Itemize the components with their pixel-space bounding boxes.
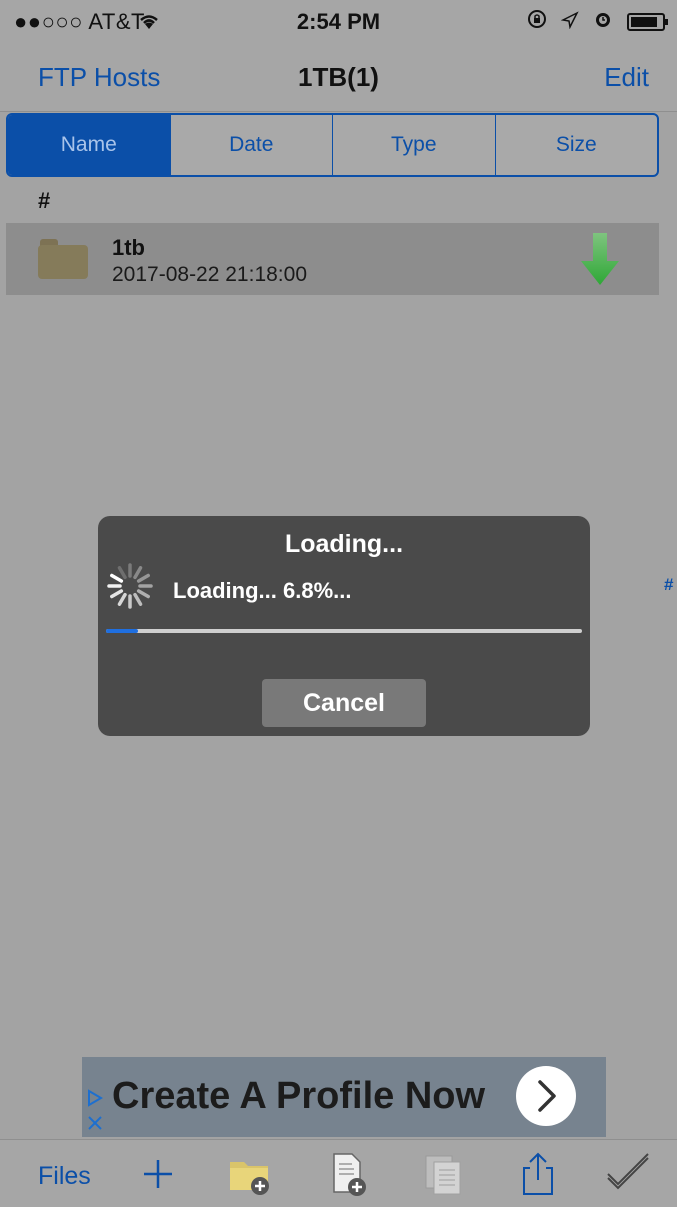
sort-tab-name[interactable]: Name	[8, 115, 170, 175]
progress-bar	[106, 629, 582, 633]
section-index[interactable]: #	[664, 575, 673, 595]
files-button[interactable]: Files	[38, 1162, 91, 1191]
ad-banner[interactable]: Create A Profile Now	[82, 1057, 606, 1137]
chevron-right-icon[interactable]	[516, 1066, 576, 1126]
spinner-icon	[106, 562, 154, 610]
navigation-bar: FTP Hosts 1TB(1) Edit	[0, 40, 677, 112]
cancel-button[interactable]: Cancel	[262, 679, 426, 727]
loading-status: Loading... 6.8%...	[173, 578, 352, 603]
progress-fill	[106, 629, 139, 633]
add-icon[interactable]	[134, 1150, 182, 1198]
sort-tab-date[interactable]: Date	[169, 115, 333, 175]
section-header: #	[38, 188, 51, 213]
battery-icon	[627, 13, 668, 31]
select-icon[interactable]	[604, 1150, 652, 1198]
paste-icon[interactable]	[420, 1150, 468, 1198]
share-icon[interactable]	[514, 1150, 562, 1198]
edit-button[interactable]: Edit	[604, 62, 649, 93]
alarm-icon	[593, 9, 613, 35]
status-bar: ●●○○○ AT&T 2:54 PM	[0, 0, 677, 40]
page-title: 1TB(1)	[298, 62, 379, 92]
file-date: 2017-08-22 21:18:00	[112, 263, 307, 286]
ad-text[interactable]: Create A Profile Now	[112, 1075, 485, 1118]
file-row[interactable]: 1tb 2017-08-22 21:18:00	[6, 223, 659, 295]
loading-dialog: Loading... Loading... 6.8%... Cancel	[98, 516, 590, 736]
adchoices-icon[interactable]	[86, 1089, 104, 1107]
close-icon[interactable]	[86, 1114, 104, 1132]
sort-segmented-control: Name Date Type Size	[6, 113, 659, 177]
sort-tab-size[interactable]: Size	[494, 115, 658, 175]
new-file-icon[interactable]	[324, 1150, 372, 1198]
folder-icon	[38, 239, 88, 279]
download-icon[interactable]	[580, 233, 620, 287]
location-icon	[560, 9, 579, 35]
file-name: 1tb	[112, 235, 145, 260]
sort-tab-type[interactable]: Type	[332, 115, 495, 175]
dialog-title: Loading...	[284, 530, 404, 558]
new-folder-icon[interactable]	[226, 1150, 274, 1198]
bottom-toolbar: Files	[0, 1139, 677, 1207]
orientation-lock-icon	[527, 9, 547, 35]
